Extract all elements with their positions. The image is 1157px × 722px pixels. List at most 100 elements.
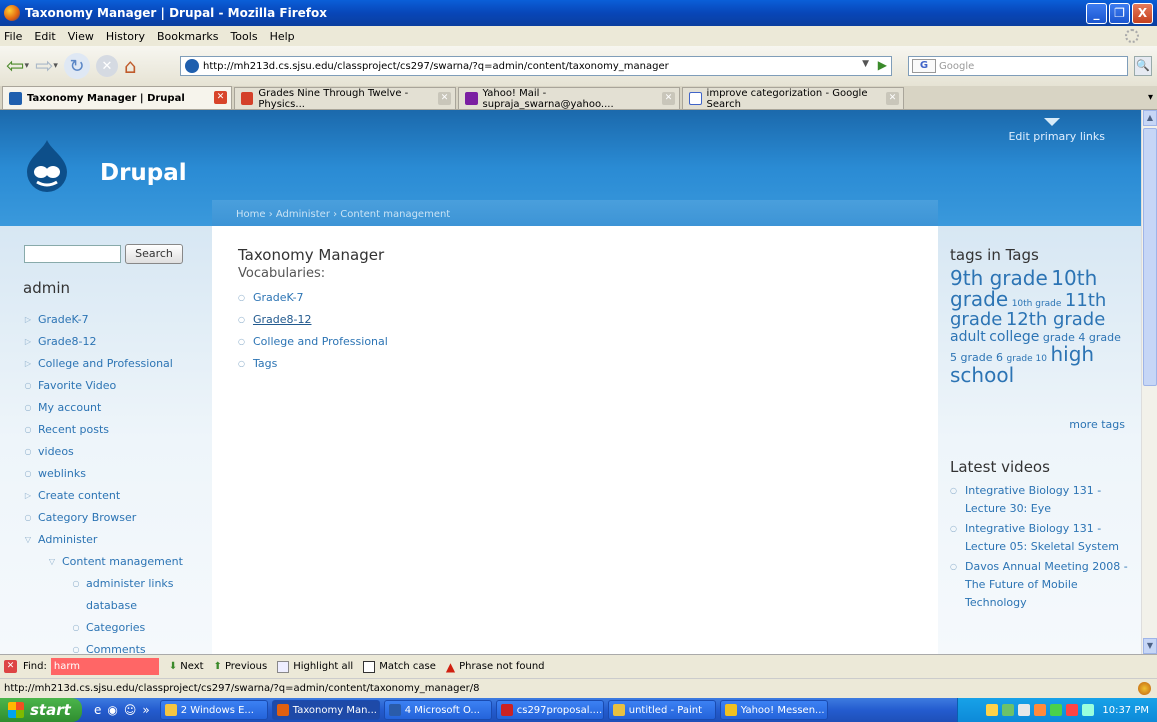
tab-close-icon[interactable]: ✕ xyxy=(438,92,451,105)
sidebar-nav-item[interactable]: ○ My account xyxy=(0,396,212,418)
scroll-down-icon[interactable]: ▼ xyxy=(1143,638,1157,654)
tray-help-icon[interactable] xyxy=(1018,704,1031,716)
tag-link[interactable]: 10th grade xyxy=(1012,299,1062,309)
sidebar-nav-label[interactable]: Content management xyxy=(62,555,183,568)
sidebar-nav-item[interactable]: ○ Favorite Video xyxy=(0,374,212,396)
sidebar-nav-item[interactable]: ▽ Administer xyxy=(0,528,212,550)
taskbar-button[interactable]: Yahoo! Messen... xyxy=(719,700,828,720)
sidebar-nav-label[interactable]: Administer xyxy=(38,533,97,546)
tab-close-icon[interactable]: ✕ xyxy=(214,91,227,104)
edit-primary-links[interactable]: Edit primary links xyxy=(1008,118,1105,143)
start-button[interactable]: start xyxy=(0,698,82,722)
tab-close-icon[interactable]: ✕ xyxy=(886,92,899,105)
vocabulary-item[interactable]: ○ Grade8-12 xyxy=(238,308,388,330)
sidebar-nav-item[interactable]: database xyxy=(0,594,212,616)
sidebar-nav-label[interactable]: videos xyxy=(38,445,74,458)
tray-alert-icon[interactable] xyxy=(1066,704,1079,716)
messenger-icon[interactable]: ☺ xyxy=(124,703,137,717)
tray-network-icon[interactable] xyxy=(1002,704,1015,716)
drupal-logo-icon[interactable] xyxy=(25,138,69,192)
tab-list-icon[interactable]: ▾ xyxy=(1148,92,1153,103)
sidebar-nav-item[interactable]: ▷ Grade8-12 xyxy=(0,330,212,352)
sidebar-nav-item[interactable]: ▷ College and Professional xyxy=(0,352,212,374)
menu-help[interactable]: Help xyxy=(270,30,295,43)
more-tags-link[interactable]: more tags xyxy=(1069,418,1125,431)
vocabulary-link[interactable]: Tags xyxy=(253,357,277,370)
sidebar-nav-item[interactable]: ○ administer links xyxy=(0,572,212,594)
tag-link[interactable]: adult xyxy=(950,329,986,345)
tab-close-icon[interactable]: ✕ xyxy=(662,92,675,105)
tray-speaker-icon[interactable] xyxy=(1034,704,1047,716)
taskbar-button[interactable]: untitled - Paint xyxy=(607,700,716,720)
minimize-button[interactable]: _ xyxy=(1086,3,1107,24)
vocabulary-link[interactable]: College and Professional xyxy=(253,335,388,348)
sidebar-nav-label[interactable]: Categories xyxy=(86,621,145,634)
title-bar[interactable]: Taxonomy Manager | Drupal - Mozilla Fire… xyxy=(0,0,1157,26)
find-input[interactable]: harm xyxy=(50,658,159,675)
sidebar-nav-item[interactable]: ○ Comments xyxy=(0,638,212,655)
sidebar-nav-label[interactable]: Comments xyxy=(86,643,146,655)
sidebar-nav-label[interactable]: Category Browser xyxy=(38,511,136,524)
quick-launch-more-icon[interactable]: » xyxy=(142,703,149,717)
vocabulary-item[interactable]: ○ GradeK-7 xyxy=(238,286,388,308)
video-item[interactable]: ○ Integrative Biology 131 - Lecture 30: E… xyxy=(950,482,1130,518)
menu-file[interactable]: File xyxy=(4,30,22,43)
status-indicator-icon[interactable] xyxy=(1138,682,1151,695)
tab-yahoo-mail[interactable]: Yahoo! Mail - supraja_swarna@yahoo.... ✕ xyxy=(458,87,680,110)
vocabulary-link[interactable]: GradeK-7 xyxy=(253,291,304,304)
sidebar-nav-item[interactable]: ▷ GradeK-7 xyxy=(0,308,212,330)
close-button[interactable]: X xyxy=(1132,3,1153,24)
clock[interactable]: 10:37 PM xyxy=(1102,705,1149,716)
find-previous-button[interactable]: ⬆ Previous xyxy=(214,661,268,672)
video-link[interactable]: Integrative Biology 131 - Lecture 30: Ey… xyxy=(965,482,1130,518)
sidebar-nav-item[interactable]: ▽ Content management xyxy=(0,550,212,572)
taskbar-button[interactable]: 4 Microsoft O... xyxy=(383,700,492,720)
menu-edit[interactable]: Edit xyxy=(34,30,55,43)
tab-physics[interactable]: Grades Nine Through Twelve - Physics... … xyxy=(234,87,456,110)
vocabulary-item[interactable]: ○ College and Professional xyxy=(238,330,388,352)
sidebar-nav-item[interactable]: ○ Category Browser xyxy=(0,506,212,528)
sidebar-nav-item[interactable]: ○ weblinks xyxy=(0,462,212,484)
find-close-icon[interactable]: ✕ xyxy=(4,660,17,673)
forward-button[interactable]: ⇨ ▾ xyxy=(35,53,58,79)
sidebar-nav-item[interactable]: ○ videos xyxy=(0,440,212,462)
search-go-icon[interactable]: 🔍 xyxy=(1134,56,1152,76)
menu-bookmarks[interactable]: Bookmarks xyxy=(157,30,218,43)
sidebar-nav-item[interactable]: ○ Recent posts xyxy=(0,418,212,440)
sidebar-nav-label[interactable]: My account xyxy=(38,401,101,414)
sidebar-nav-item[interactable]: ○ Categories xyxy=(0,616,212,638)
sidebar-nav-label[interactable]: weblinks xyxy=(38,467,86,480)
match-case-checkbox[interactable]: Match case xyxy=(363,660,436,673)
sidebar-nav-label[interactable]: Create content xyxy=(38,489,120,502)
search-button[interactable]: Search xyxy=(125,244,183,264)
search-input[interactable] xyxy=(24,245,121,263)
scroll-thumb[interactable] xyxy=(1143,128,1157,386)
url-bar[interactable]: http://mh213d.cs.sjsu.edu/classproject/c… xyxy=(180,56,892,76)
ie-icon[interactable]: e xyxy=(94,703,101,717)
menu-history[interactable]: History xyxy=(106,30,145,43)
sidebar-nav-label[interactable]: College and Professional xyxy=(38,357,173,370)
vertical-scrollbar[interactable]: ▲ ▼ xyxy=(1141,110,1157,654)
back-button[interactable]: ⇦ ▾ xyxy=(6,53,29,79)
scroll-up-icon[interactable]: ▲ xyxy=(1143,110,1157,126)
tag-link[interactable]: high school xyxy=(950,342,1094,387)
sidebar-nav-label[interactable]: Grade8-12 xyxy=(38,335,97,348)
menu-tools[interactable]: Tools xyxy=(230,30,257,43)
tag-link[interactable]: 12th grade xyxy=(1006,309,1105,330)
tray-pen-icon[interactable] xyxy=(986,704,999,716)
tray-sync-icon[interactable] xyxy=(1082,704,1095,716)
firefox-quick-icon[interactable]: ◉ xyxy=(107,703,117,717)
menu-view[interactable]: View xyxy=(68,30,94,43)
highlight-all-button[interactable]: Highlight all xyxy=(277,660,353,673)
vocabulary-link[interactable]: Grade8-12 xyxy=(253,313,312,326)
go-icon[interactable]: ▶ xyxy=(878,58,887,72)
search-bar[interactable]: G Google xyxy=(908,56,1128,76)
vocabulary-item[interactable]: ○ Tags xyxy=(238,352,388,374)
sidebar-nav-label[interactable]: administer links xyxy=(86,577,174,590)
sidebar-nav-label[interactable]: Recent posts xyxy=(38,423,109,436)
sidebar-nav-label[interactable]: database xyxy=(86,599,137,612)
breadcrumb[interactable]: Home › Administer › Content management xyxy=(212,200,938,226)
reload-button[interactable]: ↻ xyxy=(63,53,90,79)
tab-google-search[interactable]: improve categorization - Google Search ✕ xyxy=(682,87,904,110)
find-next-button[interactable]: ⬇ Next xyxy=(169,661,204,672)
